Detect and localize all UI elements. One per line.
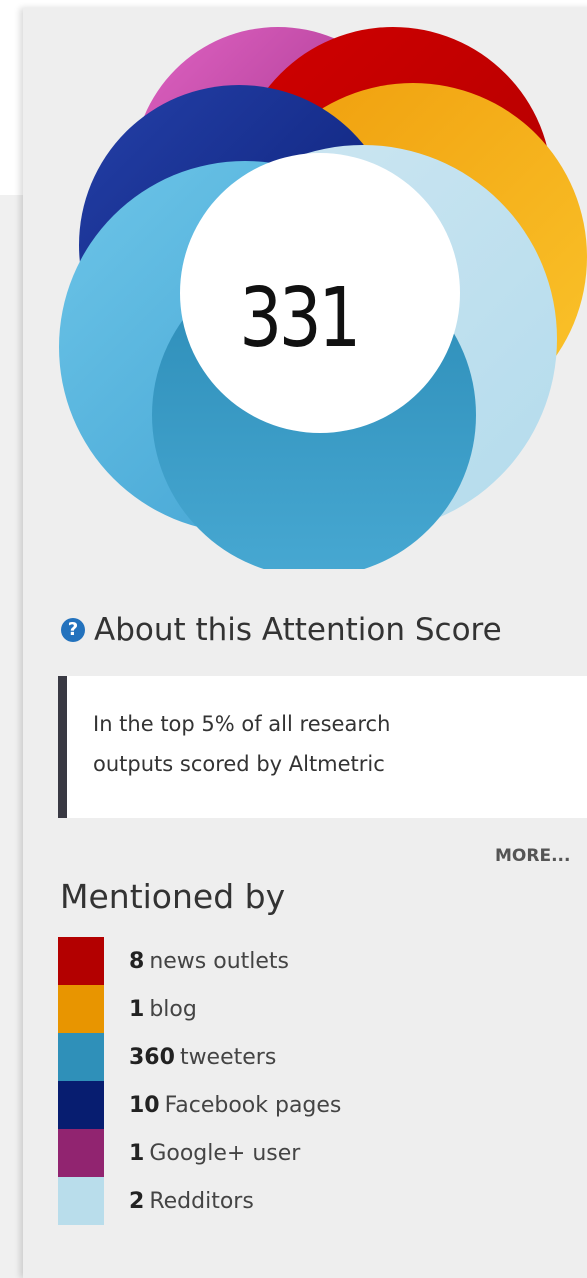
legend-text: Redditors bbox=[149, 1188, 254, 1214]
legend-count: 1 bbox=[129, 1140, 145, 1166]
swatch-reddit bbox=[58, 1177, 104, 1225]
legend-count: 2 bbox=[129, 1188, 145, 1214]
legend-label: 10 Facebook pages bbox=[129, 1093, 341, 1118]
more-link[interactable]: MORE... bbox=[495, 846, 570, 866]
about-score-link[interactable]: ? About this Attention Score bbox=[61, 612, 502, 648]
legend-item-reddit[interactable]: 2 Redditors bbox=[58, 1177, 341, 1225]
swatch-blog bbox=[58, 985, 104, 1033]
legend-label: 2 Redditors bbox=[129, 1189, 254, 1214]
mentioned-by-title: Mentioned by bbox=[60, 877, 286, 916]
swatch-google bbox=[58, 1129, 104, 1177]
legend-text: tweeters bbox=[179, 1044, 277, 1070]
swatch-twitter bbox=[58, 1033, 104, 1081]
legend-text: blog bbox=[149, 996, 197, 1022]
ribbon-line-1: In the top 5% of all research bbox=[93, 712, 391, 736]
mentions-legend: 8 news outlets 1 blog 360 tweeters 10 Facebo… bbox=[58, 937, 341, 1225]
attention-score: 331 bbox=[239, 271, 361, 366]
legend-label: 8 news outlets bbox=[129, 949, 289, 974]
legend-item-blog[interactable]: 1 blog bbox=[58, 985, 341, 1033]
legend-label: 1 Google+ user bbox=[129, 1141, 300, 1166]
about-score-label: About this Attention Score bbox=[94, 612, 502, 648]
legend-count: 1 bbox=[129, 996, 145, 1022]
question-circle-icon: ? bbox=[61, 618, 85, 642]
swatch-news bbox=[58, 937, 104, 985]
legend-count: 360 bbox=[129, 1044, 175, 1070]
score-context-ribbon: In the top 5% of all research outputs sc… bbox=[58, 676, 587, 818]
legend-count: 8 bbox=[129, 948, 145, 974]
legend-text: Google+ user bbox=[149, 1140, 301, 1166]
legend-count: 10 bbox=[129, 1092, 160, 1118]
swatch-facebook bbox=[58, 1081, 104, 1129]
legend-item-google[interactable]: 1 Google+ user bbox=[58, 1129, 341, 1177]
legend-text: news outlets bbox=[149, 948, 290, 974]
legend-item-twitter[interactable]: 360 tweeters bbox=[58, 1033, 341, 1081]
legend-text: Facebook pages bbox=[164, 1092, 342, 1118]
legend-label: 360 tweeters bbox=[129, 1045, 276, 1070]
legend-item-facebook[interactable]: 10 Facebook pages bbox=[58, 1081, 341, 1129]
legend-label: 1 blog bbox=[129, 997, 197, 1022]
ribbon-line-2: outputs scored by Altmetric bbox=[93, 752, 385, 776]
legend-item-news[interactable]: 8 news outlets bbox=[58, 937, 341, 985]
